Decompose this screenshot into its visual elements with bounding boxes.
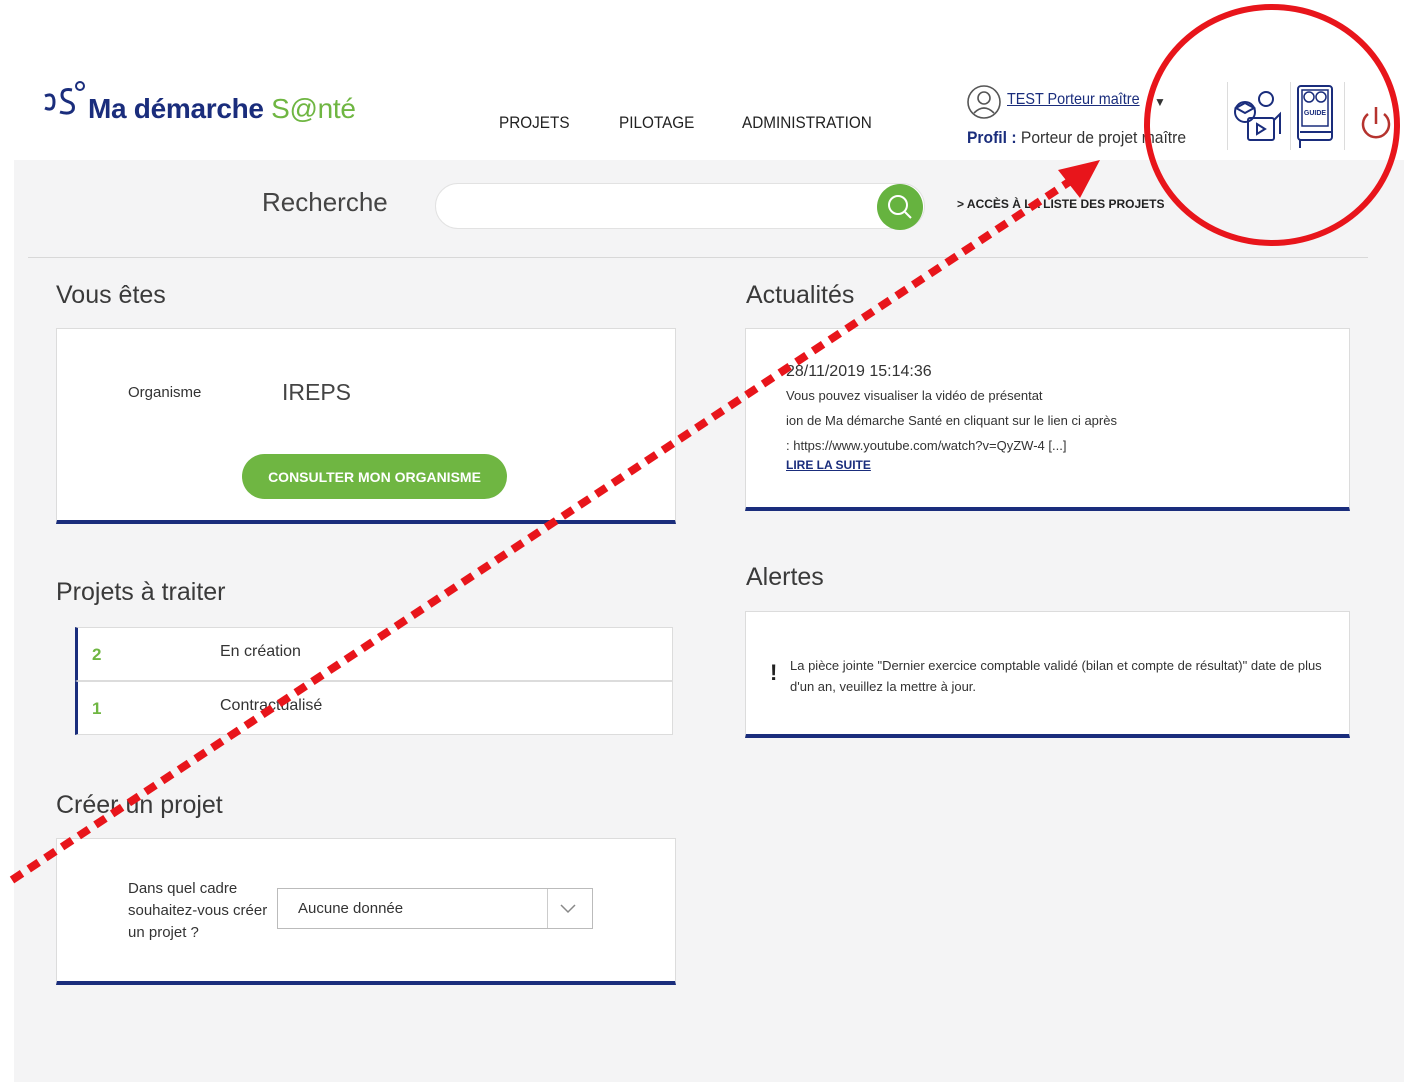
project-count: 2 <box>92 645 102 664</box>
section-title-creer: Créer un projet <box>56 791 223 819</box>
org-label: Organisme <box>128 384 202 401</box>
search-button[interactable] <box>877 184 923 230</box>
profile-label: Profil : <box>967 128 1017 147</box>
alert-text: La pièce jointe "Dernier exercice compta… <box>790 658 1322 694</box>
caret-down-icon[interactable]: ▼ <box>1154 95 1166 109</box>
svg-text:GUIDE: GUIDE <box>1304 110 1327 117</box>
project-list-link[interactable]: > ACCÈS À LA LISTE DES PROJETS <box>957 197 1164 211</box>
logo-mark-icon <box>44 81 85 115</box>
project-status-label: En création <box>220 643 301 660</box>
news-text-line: ion de Ma démarche Santé en cliquant sur… <box>786 413 1117 428</box>
search-input[interactable] <box>435 183 925 229</box>
user-avatar-icon[interactable] <box>966 84 1002 120</box>
nav-projets[interactable]: PROJETS <box>499 113 570 133</box>
news-text-line: : https://www.youtube.com/watch?v=QyZW-4… <box>786 438 1067 453</box>
nav-administration[interactable]: ADMINISTRATION <box>742 113 872 133</box>
logo-name-accent: S@nté <box>271 93 356 124</box>
profile-line: Profil : Porteur de projet maître <box>967 128 1186 148</box>
news-text-line: Vous pouvez visualiser la vidéo de prése… <box>786 388 1043 403</box>
header <box>0 0 1408 160</box>
create-project-question: Dans quel cadre souhaitez-vous créer un … <box>128 880 268 941</box>
select-value: Aucune donnée <box>298 900 404 917</box>
project-count: 1 <box>92 699 102 718</box>
org-value: IREPS <box>282 379 352 405</box>
section-title-vous-etes: Vous êtes <box>56 281 166 309</box>
section-title-projets: Projets à traiter <box>56 578 226 606</box>
read-more-link[interactable]: LIRE LA SUITE <box>786 458 871 472</box>
user-name-link[interactable]: TEST Porteur maître <box>1007 91 1140 109</box>
project-status-label: Contractualisé <box>220 697 323 714</box>
news-date: 28/11/2019 15:14:36 <box>786 363 932 380</box>
nav-pilotage[interactable]: PILOTAGE <box>619 113 694 133</box>
select-divider <box>547 889 548 928</box>
search-icon <box>888 195 912 219</box>
framework-select[interactable]: Aucune donnée <box>277 888 593 929</box>
consult-organism-button[interactable]: CONSULTER MON ORGANISME <box>242 454 507 499</box>
section-title-alertes: Alertes <box>746 563 824 591</box>
chevron-down-icon[interactable] <box>560 904 576 914</box>
guide-book-icon[interactable]: GUIDE <box>1294 84 1338 150</box>
divider <box>1290 82 1291 150</box>
logo-text[interactable]: Ma démarche S@nté <box>88 93 356 125</box>
logo-name: Ma démarche <box>88 93 272 124</box>
search-label: Recherche <box>262 187 388 217</box>
divider <box>1344 82 1345 150</box>
project-status-row[interactable]: 1 Contractualisé <box>75 681 673 735</box>
power-icon[interactable] <box>1358 104 1394 144</box>
project-status-row[interactable]: 2 En création <box>75 627 673 681</box>
divider <box>1227 82 1228 150</box>
profile-value: Porteur de projet maître <box>1020 128 1187 147</box>
training-video-icon[interactable] <box>1230 84 1285 149</box>
alert-icon: ! <box>770 660 778 685</box>
section-title-actualites: Actualités <box>746 281 855 309</box>
divider <box>28 257 1368 258</box>
